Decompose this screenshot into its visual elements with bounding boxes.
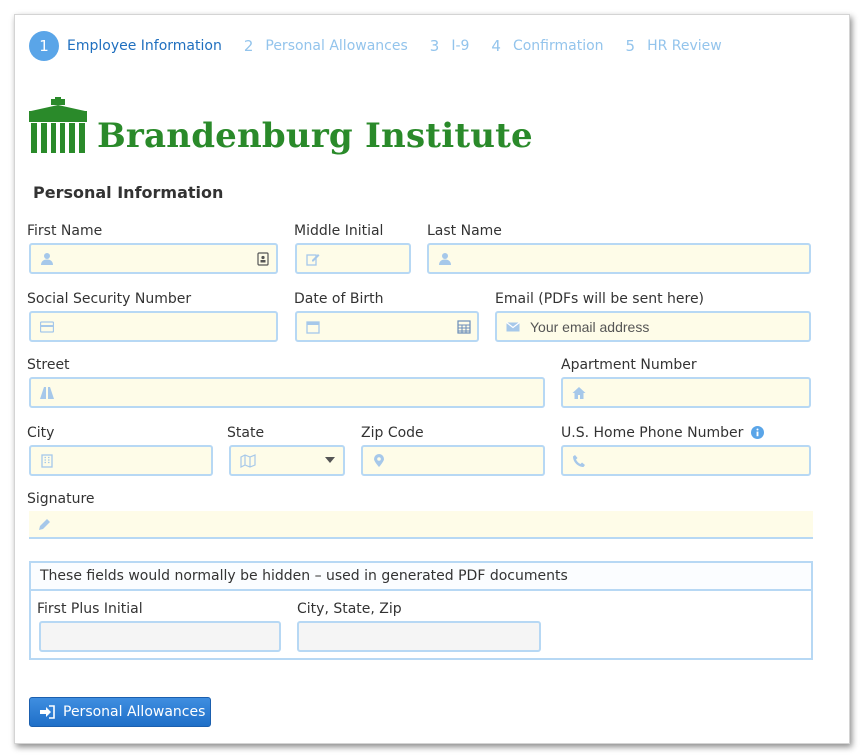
first-name-input[interactable] xyxy=(29,243,278,274)
apartment-label: Apartment Number xyxy=(561,357,697,373)
sign-in-icon xyxy=(40,705,55,719)
brandenburg-gate-icon xyxy=(29,97,87,153)
apartment-input[interactable] xyxy=(561,377,811,408)
last-name-input[interactable] xyxy=(427,243,811,274)
state-select[interactable] xyxy=(229,445,345,476)
dob-label: Date of Birth xyxy=(294,291,384,307)
middle-initial-label: Middle Initial xyxy=(294,223,384,239)
pencil-icon xyxy=(39,519,50,530)
section-title: Personal Information xyxy=(33,183,224,202)
home-icon xyxy=(572,386,586,399)
step-number: 2 xyxy=(243,37,254,55)
first-plus-initial-input[interactable] xyxy=(39,621,281,652)
building-icon xyxy=(41,453,53,468)
last-name-label: Last Name xyxy=(427,223,502,239)
ssn-input[interactable] xyxy=(29,311,278,342)
step-number: 5 xyxy=(625,37,636,55)
middle-initial-input[interactable] xyxy=(295,243,411,274)
phone-icon xyxy=(573,454,585,467)
phone-input[interactable] xyxy=(561,445,811,476)
logo-text: Brandenburg Institute xyxy=(97,116,533,156)
first-name-label: First Name xyxy=(27,223,103,239)
calendar-grid-icon[interactable] xyxy=(457,320,471,334)
road-icon xyxy=(40,386,54,399)
phone-label: U.S. Home Phone Number xyxy=(561,425,765,441)
city-input[interactable] xyxy=(29,445,213,476)
institute-logo: Brandenburg Institute xyxy=(29,97,533,155)
first-plus-initial-label: First Plus Initial xyxy=(37,601,143,617)
ssn-label: Social Security Number xyxy=(27,291,192,307)
signature-label: Signature xyxy=(27,491,95,507)
step-label: Confirmation xyxy=(512,38,604,54)
signature-pad[interactable] xyxy=(29,511,813,539)
step-label: Personal Allowances xyxy=(265,38,408,54)
zip-label: Zip Code xyxy=(361,425,424,441)
step-hr-review[interactable]: 5 HR Review xyxy=(626,37,722,55)
next-personal-allowances-button[interactable]: Personal Allowances xyxy=(29,697,211,727)
step-number: 4 xyxy=(491,37,501,55)
step-personal-allowances[interactable]: 2 Personal Allowances xyxy=(244,37,408,55)
step-employee-information[interactable]: 1 Employee Information xyxy=(29,31,222,61)
form-card: 1 Employee Information 2 Personal Allowa… xyxy=(14,14,850,744)
step-i9[interactable]: 3 I-9 xyxy=(430,37,470,55)
step-label: I-9 xyxy=(451,38,470,54)
step-label: Employee Information xyxy=(67,38,222,54)
street-input[interactable] xyxy=(29,377,545,408)
calendar-icon xyxy=(306,320,320,334)
step-label: HR Review xyxy=(647,38,722,54)
email-label: Email (PDFs will be sent here) xyxy=(495,291,705,307)
user-icon xyxy=(41,252,53,265)
state-label: State xyxy=(227,425,265,441)
city-label: City xyxy=(27,425,55,441)
zip-input[interactable] xyxy=(361,445,545,476)
map-marker-icon xyxy=(374,453,384,467)
info-icon[interactable] xyxy=(751,426,765,439)
email-input[interactable]: Your email address xyxy=(495,311,811,342)
step-number: 3 xyxy=(429,37,440,55)
street-label: Street xyxy=(27,357,70,373)
contact-card-icon xyxy=(257,252,269,266)
chevron-down-icon xyxy=(325,457,335,463)
edit-icon xyxy=(306,253,320,266)
city-state-zip-label: City, State, Zip xyxy=(297,601,402,617)
phone-label-text: U.S. Home Phone Number xyxy=(561,425,744,441)
step-number: 1 xyxy=(29,31,59,61)
map-icon xyxy=(240,453,256,468)
next-button-label: Personal Allowances xyxy=(63,704,206,720)
city-state-zip-input[interactable] xyxy=(297,621,541,652)
hidden-fields-heading: These fields would normally be hidden – … xyxy=(31,563,811,591)
user-icon xyxy=(439,252,451,265)
credit-card-icon xyxy=(40,320,54,333)
dob-input[interactable] xyxy=(295,311,479,342)
envelope-icon xyxy=(506,321,520,331)
step-confirmation[interactable]: 4 Confirmation xyxy=(491,37,603,55)
email-placeholder: Your email address xyxy=(530,318,650,335)
wizard-steps: 1 Employee Information 2 Personal Allowa… xyxy=(29,31,744,61)
